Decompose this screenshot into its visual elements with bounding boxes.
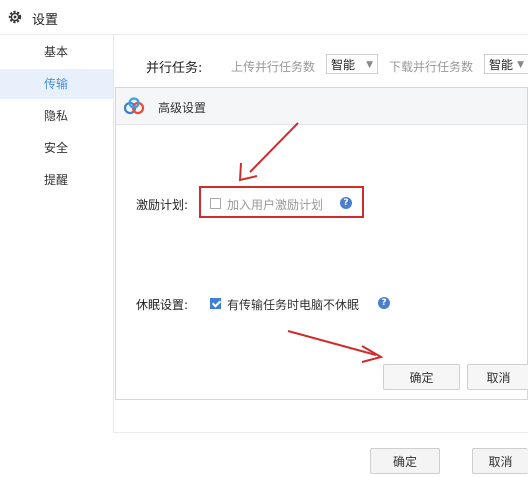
sleep-settings-label: 休眠设置: [136, 298, 189, 312]
sleep-settings-option[interactable]: 有传输任务时电脑不休眠 [227, 296, 359, 313]
help-icon[interactable]: ? [378, 297, 390, 309]
advanced-settings-dialog: 高级设置 激励计划: 加入用户激励计划 ? 休眠设置: 有传输任务时电脑不休眠 … [115, 87, 528, 400]
title-bar: 设置 [0, 0, 528, 35]
sleep-settings-checkbox[interactable] [210, 298, 221, 309]
highlight-box [199, 186, 364, 218]
chevron-down-icon: ▼ [517, 60, 524, 70]
settings-cancel-button[interactable]: 取消 [472, 448, 528, 474]
cloud-logo-icon [123, 97, 145, 115]
parallel-tasks-row: 并行任务: 上传并行任务数 智能 ▼ 下载并行任务数 智能 ▼ [113, 40, 528, 90]
dialog-header: 高级设置 [116, 88, 527, 125]
upload-parallel-value: 智能 [331, 58, 356, 72]
chevron-down-icon: ▼ [366, 60, 373, 70]
parallel-tasks-label: 并行任务: [146, 61, 203, 76]
sidebar-item-basic[interactable]: 基本 [0, 37, 113, 67]
sidebar-item-reminder[interactable]: 提醒 [0, 165, 113, 195]
settings-ok-button[interactable]: 确定 [370, 448, 440, 474]
gear-icon [8, 10, 22, 24]
upload-parallel-label: 上传并行任务数 [231, 60, 316, 74]
dialog-cancel-button[interactable]: 取消 [467, 364, 528, 390]
window-title: 设置 [32, 13, 59, 28]
dialog-ok-button[interactable]: 确定 [383, 364, 460, 390]
sidebar: 基本 传输 隐私 安全 提醒 [0, 35, 114, 476]
sidebar-item-transfer[interactable]: 传输 [0, 69, 113, 99]
dialog-title: 高级设置 [158, 101, 207, 115]
sidebar-item-privacy[interactable]: 隐私 [0, 101, 113, 131]
download-parallel-select[interactable]: 智能 ▼ [484, 54, 528, 74]
download-parallel-value: 智能 [489, 58, 514, 72]
incentive-plan-label: 激励计划: [136, 198, 189, 212]
settings-footer [113, 432, 528, 477]
download-parallel-label: 下载并行任务数 [389, 60, 474, 74]
sidebar-item-security[interactable]: 安全 [0, 133, 113, 163]
upload-parallel-select[interactable]: 智能 ▼ [326, 54, 378, 74]
